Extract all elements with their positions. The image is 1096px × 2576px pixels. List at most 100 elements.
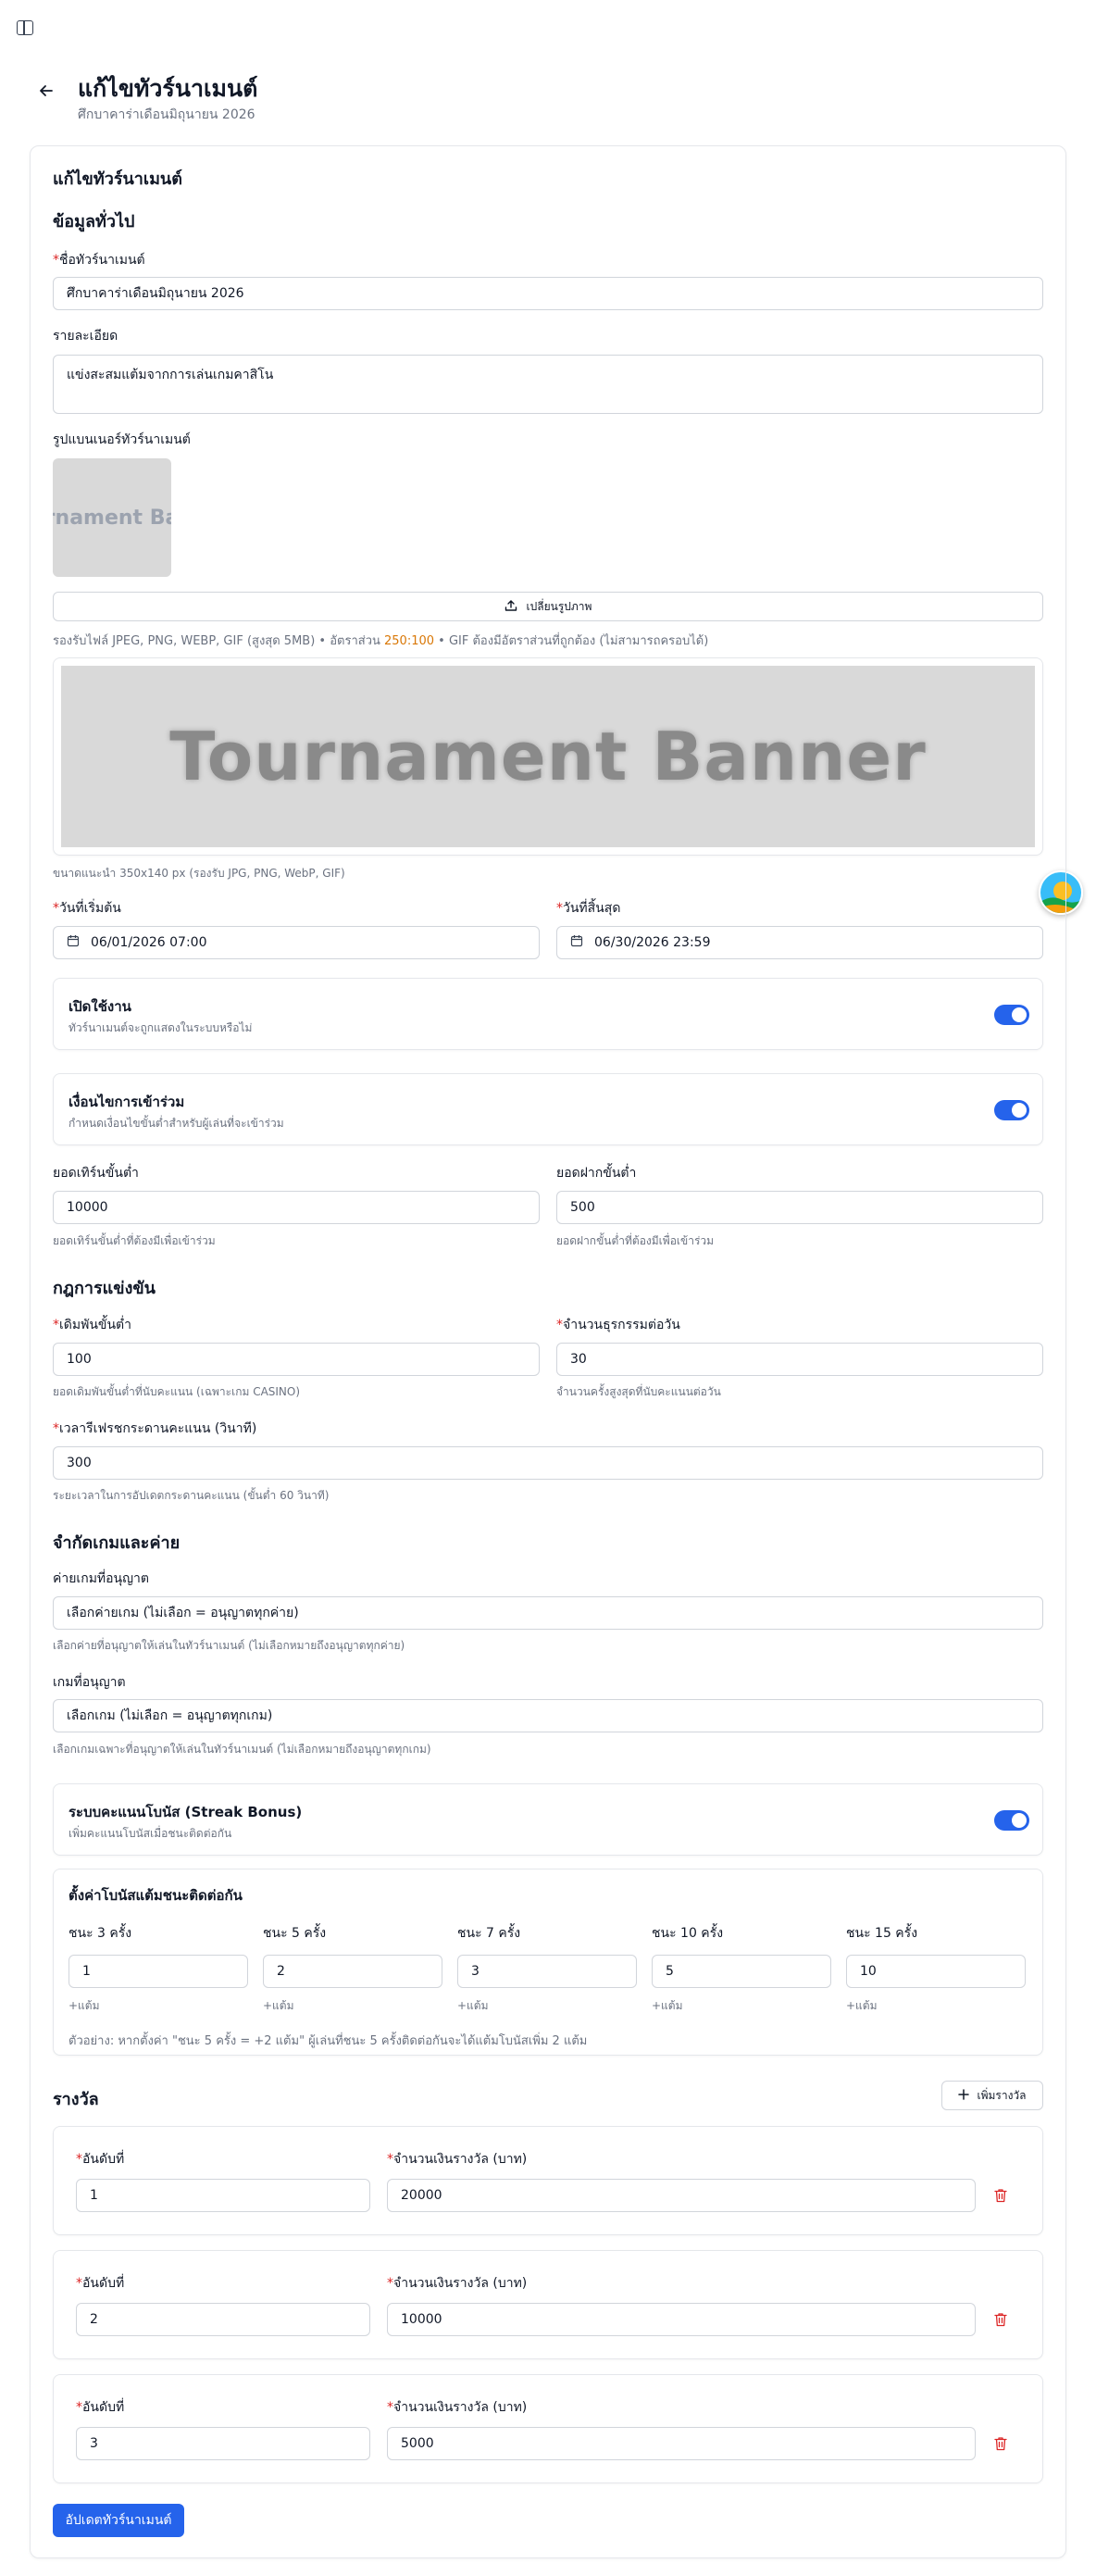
refresh-input[interactable]: 300 <box>53 1446 1043 1480</box>
game-select[interactable]: เลือกเกม (ไม่เลือก = อนุญาตทุกเกม) <box>53 1699 1043 1732</box>
page-subtitle: ศึกบาคาร่าเดือนมิถุนายน 2026 <box>78 107 255 122</box>
enable-toggle[interactable] <box>994 1005 1029 1025</box>
min-bet-label: *เดิมพันขั้นต่ำ <box>53 1318 131 1332</box>
streak-toggle[interactable] <box>994 1810 1029 1831</box>
provider-hint: เลือกค่ายที่อนุญาตให้เล่นในทัวร์นาเมนต์ … <box>53 1639 405 1652</box>
start-date-label: *วันที่เริ่มต้น <box>53 901 121 916</box>
change-image-button[interactable]: เปลี่ยนรูปภาพ <box>53 592 1043 621</box>
streak-item-label: ชนะ 3 ครั้ง <box>68 1926 132 1941</box>
tx-per-day-hint: จำนวนครั้งสูงสุดที่นับคะแนนต่อวัน <box>556 1385 721 1398</box>
prize-row: *อันดับที่ 2 *จำนวนเงินรางวัล (บาท) 1000… <box>53 2250 1043 2359</box>
streak-item-hint: +แต้ม <box>263 1999 294 2012</box>
prize-row: *อันดับที่ 1 *จำนวนเงินรางวัล (บาท) 2000… <box>53 2126 1043 2235</box>
min-turnover-hint: ยอดเทิร์นขั้นต่ำที่ต้องมีเพื่อเข้าร่วม <box>53 1234 216 1247</box>
enable-panel: เปิดใช้งาน ทัวร์นาเมนต์จะถูกแสดงในระบบหร… <box>53 978 1043 1050</box>
rank-label: *อันดับที่ <box>76 2276 125 2291</box>
game-hint: เลือกเกมเฉพาะที่อนุญาตให้เล่นในทัวร์นาเม… <box>53 1743 431 1756</box>
streak-item: ชนะ 15 ครั้ง 10 +แต้ม <box>846 1923 1026 2015</box>
min-turnover-input[interactable]: 10000 <box>53 1191 540 1224</box>
streak-item-input[interactable]: 10 <box>846 1955 1026 1988</box>
min-deposit-label: ยอดฝากขั้นต่ำ <box>556 1166 637 1181</box>
min-deposit-input[interactable]: 500 <box>556 1191 1043 1224</box>
condition-panel: เงื่อนไขการเข้าร่วม กำหนดเงื่อนไขขั้นต่ำ… <box>53 1073 1043 1145</box>
streak-item-input[interactable]: 5 <box>652 1955 831 1988</box>
streak-item: ชนะ 7 ครั้ง 3 +แต้ม <box>457 1923 637 2015</box>
amount-input[interactable]: 20000 <box>387 2179 976 2212</box>
trash-icon[interactable] <box>994 2188 1007 2207</box>
streak-item-label: ชนะ 15 ครั้ง <box>846 1926 918 1941</box>
description-textarea[interactable]: แข่งสะสมแต้มจากการเล่นเกมคาสิโน <box>53 355 1043 414</box>
streak-item-hint: +แต้ม <box>652 1999 683 2012</box>
min-bet-hint: ยอดเดิมพันขั้นต่ำที่นับคะแนน (เฉพาะเกม C… <box>53 1385 301 1398</box>
condition-title: เงื่อนไขการเข้าร่วม <box>68 1094 185 1110</box>
rank-label: *อันดับที่ <box>76 2400 125 2415</box>
streak-item-hint: +แต้ม <box>457 1999 489 2012</box>
banner-label: รูปแบนเนอร์ทัวร์นาเมนต์ <box>53 432 191 447</box>
streak-example: ตัวอย่าง: หากตั้งค่า "ชนะ 5 ครั้ง = +2 แ… <box>68 2034 588 2048</box>
plus-icon <box>958 2088 970 2103</box>
streak-item: ชนะ 3 ครั้ง 1 +แต้ม <box>68 1923 248 2015</box>
streak-item-label: ชนะ 10 ครั้ง <box>652 1926 724 1941</box>
provider-select[interactable]: เลือกค่ายเกม (ไม่เลือก = อนุญาตทุกค่าย) <box>53 1596 1043 1630</box>
trash-icon[interactable] <box>994 2436 1007 2455</box>
update-tournament-button[interactable]: อัปเดตทัวร์นาเมนต์ <box>53 2504 184 2537</box>
card-title: แก้ไขทัวร์นาเมนต์ <box>53 169 182 189</box>
description-label: รายละเอียด <box>53 329 118 344</box>
start-date-input[interactable]: 06/01/2026 07:00 <box>53 926 540 959</box>
amount-label: *จำนวนเงินรางวัล (บาท) <box>387 2400 528 2415</box>
sidebar-toggle-icon[interactable] <box>17 20 33 35</box>
prize-row: *อันดับที่ 3 *จำนวนเงินรางวัล (บาท) 5000 <box>53 2374 1043 2483</box>
min-turnover-label: ยอดเทิร์นขั้นต่ำ <box>53 1166 139 1181</box>
calendar-icon <box>570 934 583 951</box>
tournament-name-input[interactable]: ศึกบาคาร่าเดือนมิถุนายน 2026 <box>53 277 1043 310</box>
page-title: แก้ไขทัวร์นาเมนต์ <box>78 75 258 102</box>
streak-item: ชนะ 10 ครั้ง 5 +แต้ม <box>652 1923 831 2015</box>
streak-item-hint: +แต้ม <box>846 1999 878 2012</box>
min-bet-input[interactable]: 100 <box>53 1343 540 1376</box>
back-arrow-icon[interactable] <box>35 80 57 102</box>
upload-hint: รองรับไฟล์ JPEG, PNG, WEBP, GIF (สูงสุด … <box>53 634 709 648</box>
streak-item-hint: +แต้ม <box>68 1999 100 2012</box>
trash-icon[interactable] <box>994 2312 1007 2331</box>
upload-icon <box>504 599 517 615</box>
end-date-input[interactable]: 06/30/2026 23:59 <box>556 926 1043 959</box>
section-general-title: ข้อมูลทั่วไป <box>53 212 135 231</box>
calendar-icon <box>67 934 80 951</box>
streak-item-input[interactable]: 3 <box>457 1955 637 1988</box>
streak-item-input[interactable]: 2 <box>263 1955 442 1988</box>
add-prize-button[interactable]: เพิ่มรางวัล <box>941 2081 1043 2110</box>
end-date-label: *วันที่สิ้นสุด <box>556 901 621 916</box>
streak-settings-title: ตั้งค่าโบนัสแต้มชนะติดต่อกัน <box>68 1887 243 1904</box>
condition-toggle[interactable] <box>994 1100 1029 1120</box>
banner-size-hint: ขนาดแนะนำ 350x140 px (รองรับ JPG, PNG, W… <box>53 867 345 880</box>
tx-per-day-input[interactable]: 30 <box>556 1343 1043 1376</box>
section-prizes-title: รางวัล <box>53 2090 99 2109</box>
enable-subtitle: ทัวร์นาเมนต์จะถูกแสดงในระบบหรือไม่ <box>68 1021 253 1034</box>
amount-input[interactable]: 10000 <box>387 2303 976 2336</box>
amount-label: *จำนวนเงินรางวัล (บาท) <box>387 2276 528 2291</box>
streak-subtitle: เพิ่มคะแนนโบนัสเมื่อชนะติดต่อกัน <box>68 1827 232 1840</box>
condition-subtitle: กำหนดเงื่อนไขขั้นต่ำสำหรับผู้เล่นที่จะเข… <box>68 1117 284 1130</box>
rank-label: *อันดับที่ <box>76 2152 125 2167</box>
game-label: เกมที่อนุญาต <box>53 1675 126 1690</box>
rank-input[interactable]: 3 <box>76 2427 370 2460</box>
banner-preview-frame: Tournament Banner <box>53 657 1043 856</box>
section-limits-title: จำกัดเกมและค่าย <box>53 1533 181 1553</box>
amount-label: *จำนวนเงินรางวัล (บาท) <box>387 2152 528 2167</box>
banner-preview-image: Tournament Banner <box>61 666 1035 847</box>
streak-item-label: ชนะ 5 ครั้ง <box>263 1926 327 1941</box>
streak-title: ระบบคะแนนโบนัส (Streak Bonus) <box>68 1804 303 1820</box>
rank-input[interactable]: 2 <box>76 2303 370 2336</box>
refresh-label: *เวลารีเฟรชกระดานคะแนน (วินาที) <box>53 1421 257 1436</box>
rank-input[interactable]: 1 <box>76 2179 370 2212</box>
streak-panel: ระบบคะแนนโบนัส (Streak Bonus) เพิ่มคะแนน… <box>53 1783 1043 1856</box>
amount-input[interactable]: 5000 <box>387 2427 976 2460</box>
tx-per-day-label: *จำนวนธุรกรรมต่อวัน <box>556 1318 680 1332</box>
streak-settings-panel: ตั้งค่าโบนัสแต้มชนะติดต่อกัน ชนะ 3 ครั้ง… <box>53 1869 1043 2056</box>
section-rules-title: กฎการแข่งขัน <box>53 1279 156 1298</box>
refresh-hint: ระยะเวลาในการอัปเดตกระดานคะแนน (ขั้นต่ำ … <box>53 1489 330 1502</box>
streak-item-input[interactable]: 1 <box>68 1955 248 1988</box>
enable-title: เปิดใช้งาน <box>68 998 131 1015</box>
name-label: *ชื่อทัวร์นาเมนต์ <box>53 253 145 268</box>
streak-item: ชนะ 5 ครั้ง 2 +แต้ม <box>263 1923 442 2015</box>
